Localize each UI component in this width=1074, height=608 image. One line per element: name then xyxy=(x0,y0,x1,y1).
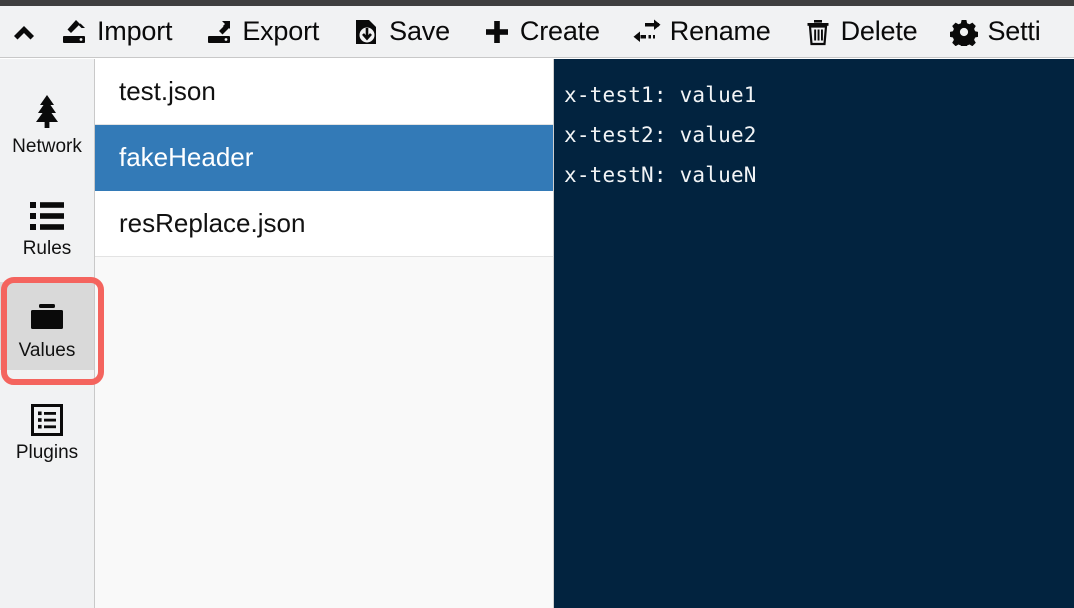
import-button[interactable]: Import xyxy=(56,6,175,57)
gear-icon xyxy=(949,17,979,47)
save-label: Save xyxy=(389,16,450,46)
export-button[interactable]: Export xyxy=(201,6,322,57)
sidebar-label-plugins: Plugins xyxy=(15,441,79,463)
create-button[interactable]: Create xyxy=(479,6,603,57)
create-label: Create xyxy=(519,16,600,46)
values-file-list: test.json fakeHeader resReplace.json xyxy=(95,59,554,608)
save-icon xyxy=(351,17,381,47)
left-sidebar: Network Rules Values Plugins xyxy=(0,59,104,608)
main-toolbar: Import Export Save Create Rename Delete … xyxy=(0,6,1074,58)
plugins-list-box-icon xyxy=(30,395,64,437)
save-button[interactable]: Save xyxy=(348,6,453,57)
sidebar-item-values[interactable]: Values xyxy=(0,282,94,370)
rename-label: Rename xyxy=(669,16,771,46)
delete-button[interactable]: Delete xyxy=(800,6,921,57)
app-window: Import Export Save Create Rename Delete … xyxy=(0,0,1074,608)
import-label: Import xyxy=(97,16,173,46)
import-icon xyxy=(59,17,89,47)
list-item[interactable]: test.json xyxy=(95,59,553,125)
tree-icon xyxy=(29,89,65,131)
editor-line: x-testN: valueN xyxy=(564,163,757,187)
sidebar-item-rules[interactable]: Rules xyxy=(0,180,94,268)
export-icon xyxy=(204,17,234,47)
folder-icon xyxy=(27,293,67,335)
delete-label: Delete xyxy=(840,16,918,46)
list-icon xyxy=(28,191,66,233)
exchange-arrows-icon xyxy=(632,17,662,47)
chevron-up-icon xyxy=(9,17,39,47)
editor-line: x-test1: value1 xyxy=(564,83,757,107)
sidebar-label-network: Network xyxy=(12,135,82,157)
export-label: Export xyxy=(242,16,320,46)
sidebar-item-network[interactable]: Network xyxy=(0,78,94,166)
sidebar-label-values: Values xyxy=(18,339,76,361)
rename-button[interactable]: Rename xyxy=(629,6,774,57)
sidebar-label-rules: Rules xyxy=(22,237,72,259)
sidebar-item-plugins[interactable]: Plugins xyxy=(0,384,94,472)
plus-icon xyxy=(482,17,512,47)
collapse-toolbar-button[interactable] xyxy=(0,6,56,57)
list-item-label: test.json xyxy=(119,76,216,106)
list-item-label: fakeHeader xyxy=(119,142,254,172)
list-item[interactable]: resReplace.json xyxy=(95,191,553,257)
settings-button[interactable]: Setti xyxy=(946,6,1043,57)
body-area: Network Rules Values Plugins test.json f… xyxy=(0,59,1074,608)
list-item-label: resReplace.json xyxy=(119,208,306,238)
trash-icon xyxy=(803,17,833,47)
file-list-empty-space xyxy=(95,257,553,608)
value-editor[interactable]: x-test1: value1 x-test2: value2 x-testN:… xyxy=(554,59,1074,608)
list-item[interactable]: fakeHeader xyxy=(95,125,553,191)
settings-label: Setti xyxy=(987,16,1041,46)
editor-line: x-test2: value2 xyxy=(564,123,757,147)
